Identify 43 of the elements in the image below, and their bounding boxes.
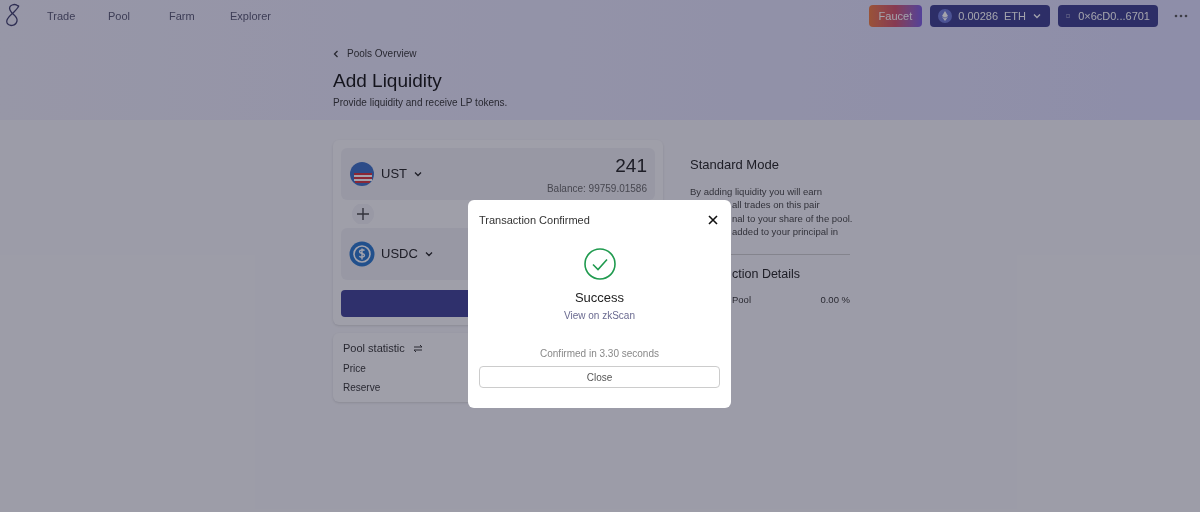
faucet-button[interactable]: Faucet: [868, 5, 923, 27]
close-icon[interactable]: [708, 215, 718, 226]
dialog-title: Transaction Confirmed: [479, 213, 590, 228]
balance-text: Balance: 99759.01586: [546, 181, 647, 196]
zkscan-link[interactable]: View on zkScan: [564, 308, 635, 323]
dollar-coin-icon: [349, 241, 375, 267]
mode-title: Standard Mode: [690, 156, 780, 174]
description-line: By adding liquidity you will earn: [690, 184, 823, 198]
detail-value: 0.00 %: [820, 293, 850, 308]
description-line: nal to your share of the pool.: [732, 211, 853, 225]
token-selector[interactable]: USDC: [349, 241, 434, 267]
balance-button[interactable]: 0.00286 ETH: [930, 5, 1050, 27]
section-title: Pool statistic: [343, 341, 405, 356]
close-button[interactable]: Close: [479, 366, 720, 388]
stat-label: Price: [343, 361, 367, 376]
description-line: added to your principal in: [732, 225, 839, 239]
check-circle-icon: [583, 247, 616, 280]
chevron-down-icon: [1032, 11, 1042, 21]
more-icon[interactable]: [1174, 14, 1188, 18]
description-line: all trades on this pair: [732, 198, 820, 212]
detail-label: Pool: [732, 293, 751, 308]
ethereum-icon: [938, 9, 953, 23]
plus-icon[interactable]: [349, 204, 377, 224]
flag-coin-icon: [349, 161, 375, 187]
nav-link[interactable]: Trade: [47, 7, 108, 25]
details-title: ction Details: [732, 265, 801, 283]
chevron-down-icon: [423, 249, 434, 259]
confirmed-time: Confirmed in 3.30 seconds: [540, 347, 659, 361]
swap-icon[interactable]: [412, 343, 423, 353]
chevron-down-icon: [413, 169, 423, 179]
chevron-left-icon: [333, 49, 339, 58]
success-title: Success: [574, 288, 625, 307]
stat-label: Reserve: [343, 380, 382, 395]
nav-link[interactable]: Pool: [108, 7, 169, 25]
nav-link[interactable]: Farm: [169, 7, 230, 25]
page-subtitle: Provide liquidity and receive LP tokens.: [333, 96, 509, 110]
wallet-icon: [1066, 11, 1071, 21]
token-selector[interactable]: UST: [349, 161, 423, 187]
back-link[interactable]: Pools Overview: [333, 46, 1200, 61]
page-title: Add Liquidity: [333, 69, 443, 93]
wallet-button[interactable]: 0×6cD0...6701: [1058, 5, 1158, 27]
amount-input[interactable]: 241: [615, 152, 647, 181]
nav-link[interactable]: Explorer: [230, 7, 291, 25]
